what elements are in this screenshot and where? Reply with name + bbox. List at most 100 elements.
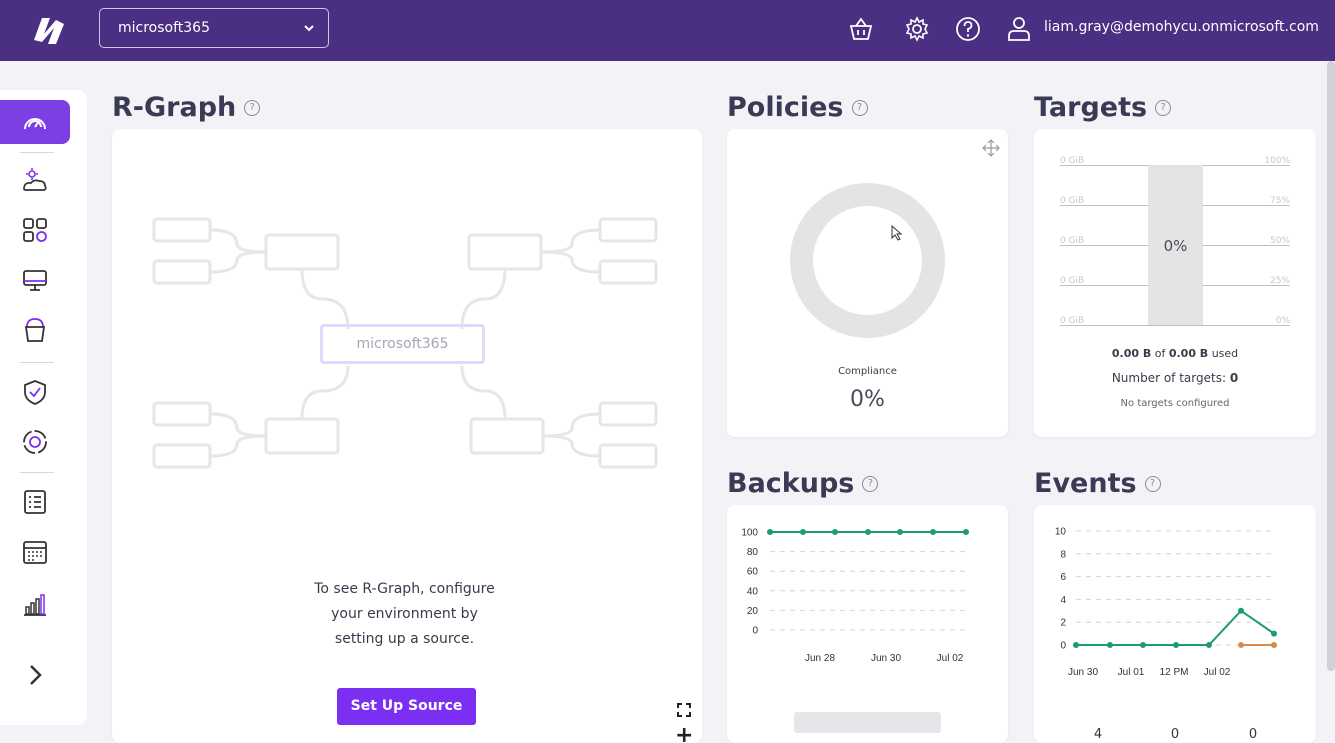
shield-check-icon	[24, 380, 46, 405]
y-tick-right: 50%	[1269, 236, 1290, 246]
rgraph-center-node: microsoft365	[320, 324, 485, 364]
gear-icon[interactable]	[902, 14, 932, 44]
sidebar-item-dashboard[interactable]	[0, 100, 70, 144]
x-tick-label: Jun 28	[805, 653, 835, 664]
sidebar-item-policies[interactable]	[0, 370, 70, 414]
backups-chart: 0 20 40 60 80 100 Jun 28 Jun 30 Jul 02	[741, 528, 969, 664]
page-scrollbar[interactable]	[1327, 61, 1335, 671]
targets-title-text: Targets	[1034, 92, 1148, 123]
targets-usage-summary: 0.00 B of 0.00 B used	[1034, 347, 1316, 360]
y-tick-right: 0%	[1275, 316, 1290, 326]
y-tick-label: 60	[747, 567, 759, 578]
user-email[interactable]: liam.gray@demohycu.onmicrosoft.com	[1044, 19, 1319, 35]
zoom-in-button[interactable]: +	[675, 725, 693, 743]
targets-count-value: 0	[1229, 371, 1239, 385]
y-tick-label: 0	[752, 626, 758, 637]
y-tick-label: 10	[1055, 527, 1067, 538]
help-icon[interactable]: ?	[244, 99, 261, 116]
hycu-logo-icon[interactable]	[26, 10, 70, 50]
y-tick-right: 75%	[1269, 196, 1290, 206]
data-point	[1271, 630, 1277, 637]
policies-title: Policies ?	[727, 92, 868, 123]
targets-title: Targets ?	[1034, 92, 1172, 123]
targets-usage-percent: 0%	[1163, 237, 1188, 255]
event-count: 0	[1248, 727, 1258, 742]
data-point	[1107, 642, 1113, 648]
calendar-icon	[23, 541, 47, 564]
data-point	[1206, 642, 1212, 648]
sidebar-divider	[20, 152, 54, 153]
data-point	[865, 529, 871, 535]
help-icon[interactable]	[953, 14, 983, 44]
used-amount: 0.00 B	[1111, 347, 1152, 360]
chevron-right-icon	[30, 665, 42, 685]
set-up-source-button[interactable]: Set Up Source	[337, 688, 476, 725]
y-tick-label: 8	[1060, 549, 1066, 560]
help-icon[interactable]: ?	[851, 99, 868, 116]
event-count: 0	[1170, 727, 1180, 742]
sidebar-item-jobs[interactable]	[0, 480, 70, 524]
gauge-icon	[24, 118, 46, 130]
tenant-select-value: microsoft365	[118, 20, 210, 36]
tenant-select[interactable]: microsoft365	[99, 8, 329, 48]
sidebar-item-cloud-settings[interactable]	[0, 158, 70, 202]
no-targets-message: No targets configured	[1120, 398, 1230, 409]
policies-title-text: Policies	[727, 92, 844, 123]
targets-card: 0 GiB 0 GiB 0 GiB 0 GiB 0 GiB 100% 75% 5…	[1034, 129, 1316, 437]
bar-chart-icon	[24, 594, 46, 616]
compliance-value: 0%	[850, 387, 885, 412]
sidebar-item-protection[interactable]	[0, 420, 70, 464]
data-point	[1073, 642, 1079, 648]
series-line	[1076, 609, 1275, 646]
sidebar-expand-button[interactable]	[0, 653, 70, 697]
grid-icon	[23, 218, 47, 242]
help-icon[interactable]: ?	[1155, 99, 1172, 116]
x-tick-label: Jul 02	[937, 653, 964, 664]
y-tick-label: 6	[1060, 572, 1066, 583]
backups-title-text: Backups	[727, 468, 855, 499]
move-icon[interactable]	[981, 138, 1001, 158]
bucket-icon	[24, 318, 46, 342]
help-icon[interactable]: ?	[1144, 475, 1161, 492]
top-bar: microsoft365 liam.gray@demohycu.onmicros…	[0, 0, 1335, 61]
rgraph-title: R-Graph ?	[112, 92, 261, 123]
sidebar-item-buckets[interactable]	[0, 308, 70, 352]
list-icon	[24, 490, 46, 514]
y-tick-label: 100	[741, 528, 758, 539]
x-tick-label: Jul 02	[1204, 667, 1231, 678]
sidebar-item-reports[interactable]	[0, 582, 70, 626]
help-icon[interactable]: ?	[862, 475, 879, 492]
y-tick-left: 0 GiB	[1060, 276, 1085, 286]
y-tick-label: 4	[1060, 595, 1066, 606]
loading-placeholder	[794, 712, 941, 733]
data-point	[930, 529, 936, 535]
x-tick-label: Jul 01	[1118, 667, 1145, 678]
backups-title: Backups ?	[727, 468, 879, 499]
sidebar-item-calendar[interactable]	[0, 530, 70, 574]
used-of: of	[1154, 347, 1166, 360]
y-tick-label: 0	[1060, 641, 1066, 652]
y-tick-left: 0 GiB	[1060, 156, 1085, 166]
cloud-gear-icon	[23, 168, 47, 191]
y-tick-label: 2	[1060, 618, 1066, 629]
fullscreen-icon[interactable]	[676, 702, 692, 718]
data-point	[963, 529, 969, 535]
basket-icon[interactable]	[846, 14, 876, 44]
total-amount: 0.00 B	[1168, 347, 1209, 360]
sidebar-item-devices[interactable]	[0, 258, 70, 302]
y-tick-label: 40	[747, 586, 759, 597]
backups-card: 0 20 40 60 80 100 Jun 28 Jun 30 Jul 02	[727, 505, 1008, 743]
data-point	[767, 529, 773, 535]
y-tick-right: 25%	[1269, 276, 1290, 286]
data-point	[1140, 642, 1146, 648]
cursor-icon	[891, 225, 903, 241]
sidebar-item-applications[interactable]	[0, 208, 70, 252]
user-icon[interactable]	[1004, 14, 1034, 44]
chevron-down-icon	[304, 25, 314, 32]
x-tick-label: Jun 30	[871, 653, 901, 664]
y-tick-left: 0 GiB	[1060, 316, 1085, 326]
used-suffix: used	[1211, 347, 1239, 360]
sidebar-divider	[20, 472, 54, 473]
target-ring-icon	[23, 430, 47, 454]
monitor-icon	[23, 270, 47, 291]
